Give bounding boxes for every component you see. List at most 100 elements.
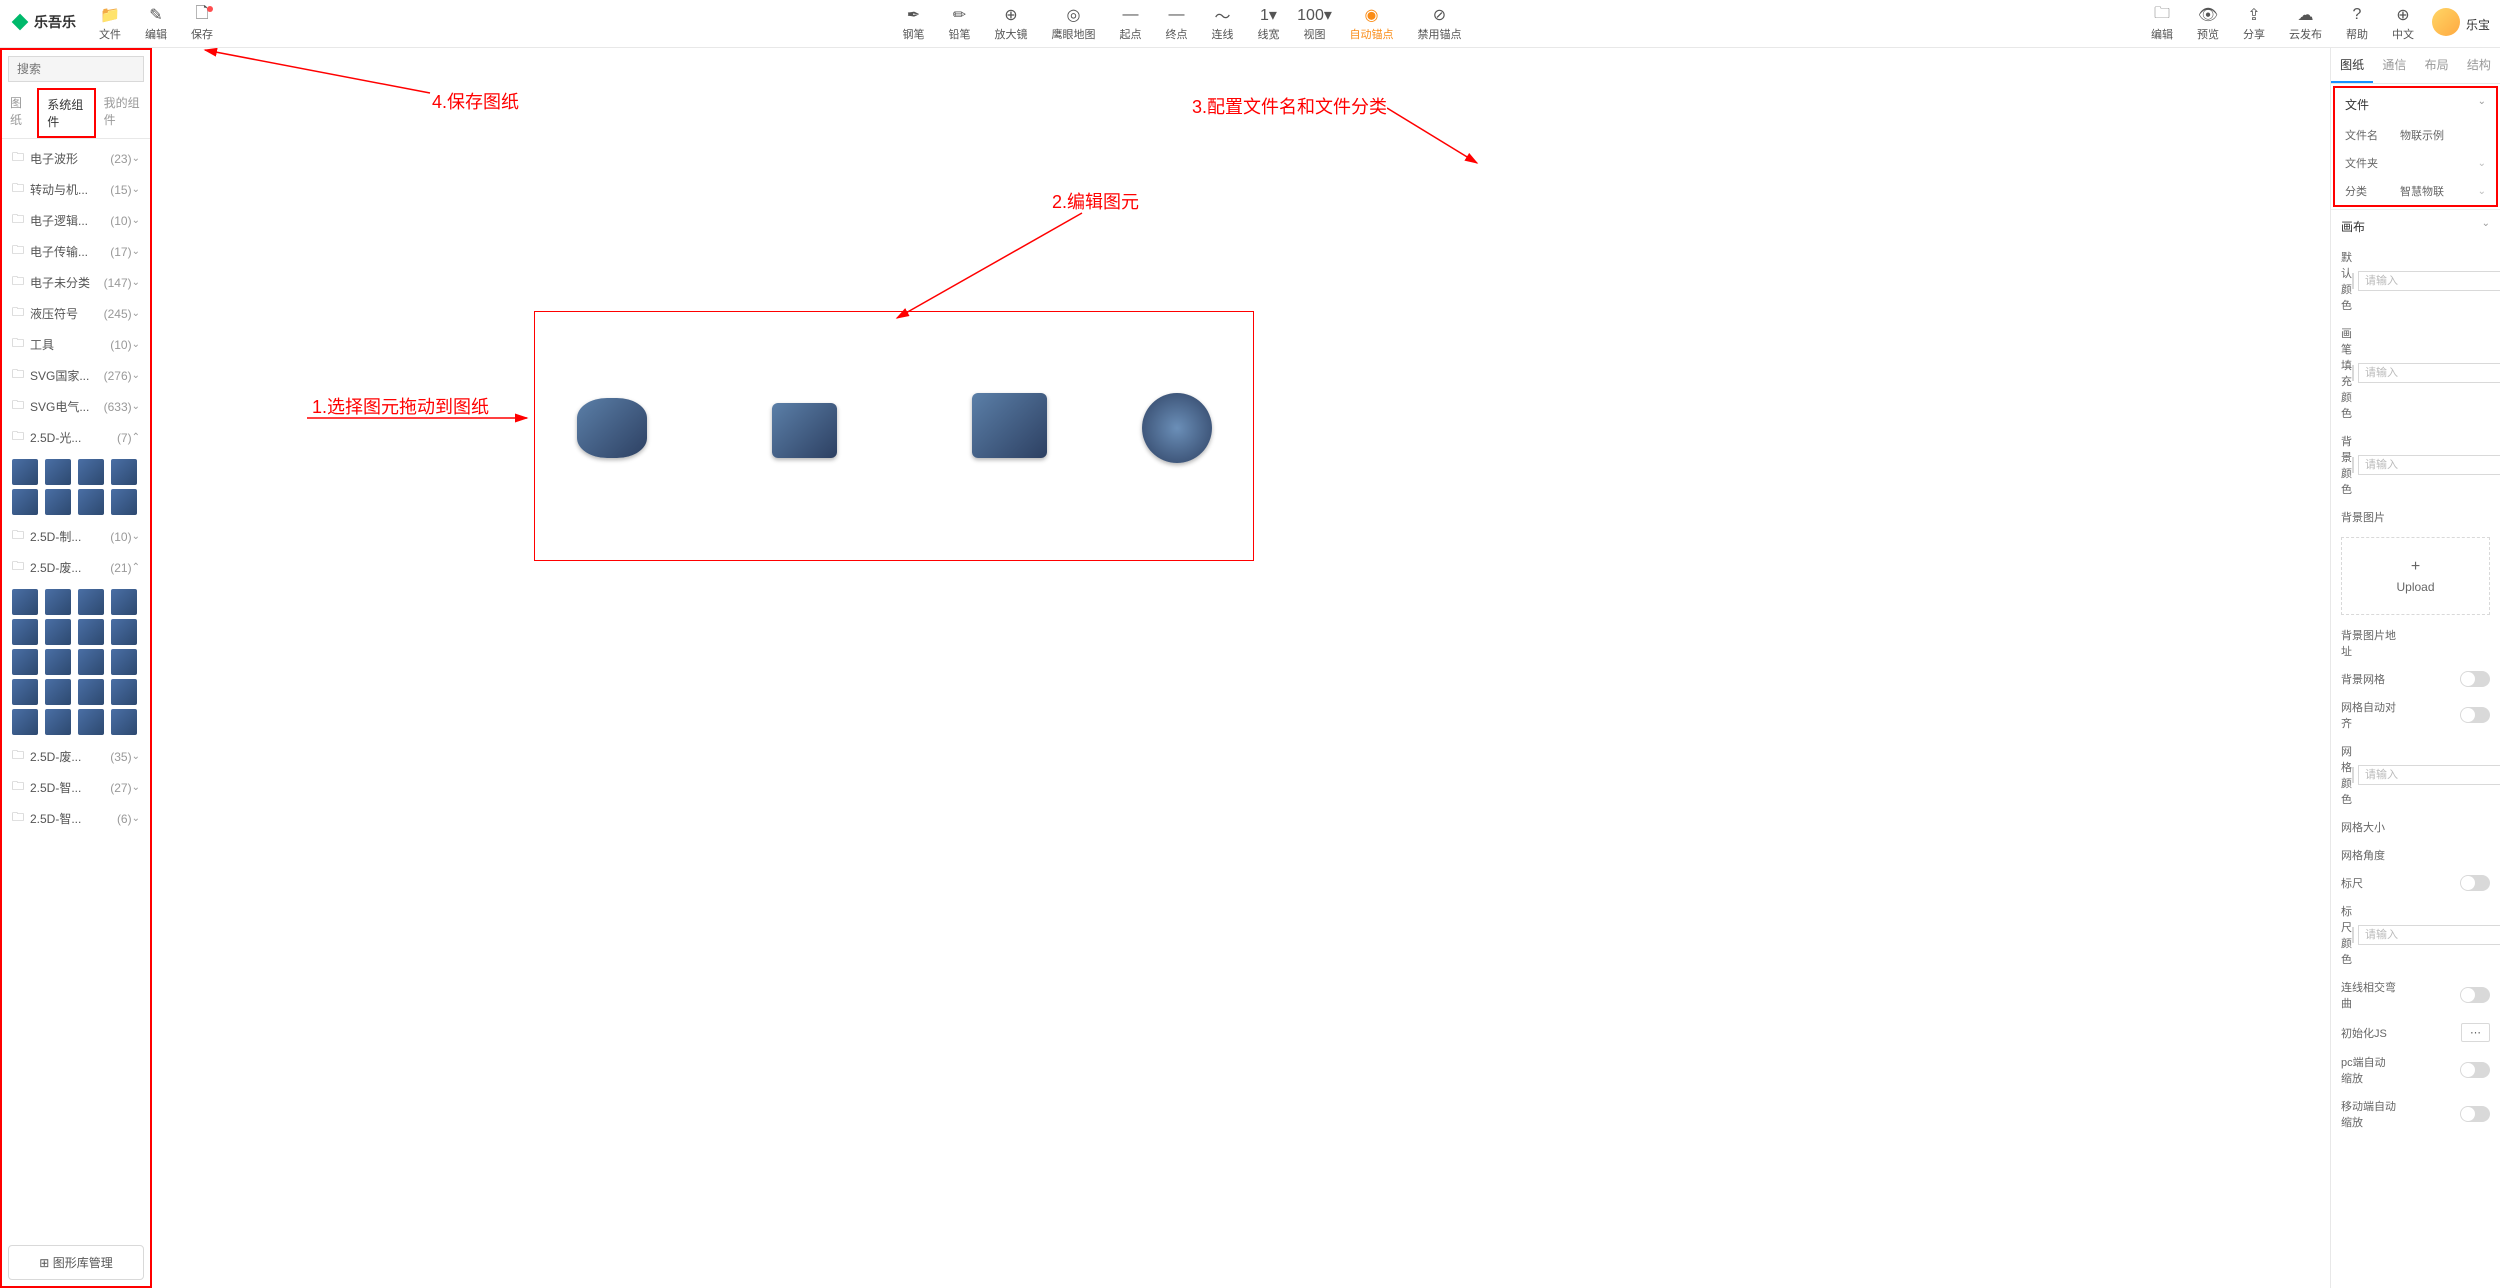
component-thumbnail[interactable] [45, 679, 71, 705]
component-thumbnail[interactable] [111, 709, 137, 735]
tree-item[interactable]: 🗀电子传输...(17)⌄ [2, 236, 150, 267]
default-color-input[interactable] [2358, 271, 2500, 291]
color-swatch[interactable] [2352, 365, 2354, 381]
color-swatch[interactable] [2352, 273, 2354, 289]
file-section-header[interactable]: 文件 ⌄ [2335, 88, 2496, 121]
component-thumbnail[interactable] [78, 679, 104, 705]
lineWidth-button[interactable]: 1▾线宽 [1250, 4, 1288, 44]
help-button[interactable]: ?帮助 [2338, 4, 2376, 44]
component-thumbnail[interactable] [12, 679, 38, 705]
component-thumbnail[interactable] [45, 459, 71, 485]
right-tab-2[interactable]: 布局 [2416, 48, 2458, 83]
disableAnchor-button[interactable]: ⊘禁用锚点 [1410, 4, 1470, 44]
canvas-section-header[interactable]: 画布 ⌄ [2331, 209, 2500, 243]
logo[interactable]: 乐吾乐 [10, 4, 76, 32]
component-thumbnail[interactable] [78, 589, 104, 615]
edit-button[interactable]: ✎编辑 [137, 4, 175, 44]
grid-color-input[interactable] [2358, 765, 2500, 785]
right-tab-1[interactable]: 通信 [2373, 48, 2415, 83]
upload-button[interactable]: + Upload [2341, 537, 2490, 615]
fill-color-input[interactable] [2358, 363, 2500, 383]
tree-item[interactable]: 🗀2.5D-废...(21)⌃ [2, 552, 150, 583]
init-js-button[interactable]: ⋯ [2461, 1023, 2490, 1042]
left-tab-1[interactable]: 系统组件 [37, 88, 95, 138]
end-button[interactable]: —终点 [1158, 4, 1196, 44]
component-thumbnail[interactable] [78, 649, 104, 675]
component-thumbnail[interactable] [78, 619, 104, 645]
tree-item[interactable]: 🗀SVG电气...(633)⌄ [2, 391, 150, 422]
magnifier-button[interactable]: ⊕放大镜 [987, 4, 1036, 44]
component-thumbnail[interactable] [78, 459, 104, 485]
component-thumbnail[interactable] [78, 709, 104, 735]
ruler-color-input[interactable] [2358, 925, 2500, 945]
start-button[interactable]: —起点 [1112, 4, 1150, 44]
tree-item[interactable]: 🗀SVG国家...(276)⌄ [2, 360, 150, 391]
pencil-button[interactable]: ✏铅笔 [941, 4, 979, 44]
left-tab-0[interactable]: 图纸 [2, 88, 37, 138]
lang-button[interactable]: ⊕中文 [2384, 4, 2422, 44]
component-thumbnail[interactable] [45, 619, 71, 645]
component-thumbnail[interactable] [12, 619, 38, 645]
save-button[interactable]: 🗋保存 [183, 4, 221, 44]
filename-value[interactable]: 物联示例 [2400, 127, 2486, 143]
component-thumbnail[interactable] [45, 589, 71, 615]
component-thumbnail[interactable] [12, 489, 38, 515]
pen-button[interactable]: ✒钢笔 [895, 4, 933, 44]
category-value[interactable]: 智慧物联 [2400, 183, 2478, 199]
line-intersect-toggle[interactable] [2460, 987, 2490, 1003]
component-thumbnail[interactable] [12, 459, 38, 485]
canvas[interactable]: 1.选择图元拖动到图纸 2.编辑图元 3.配置文件名和文件分类 4.保存图纸 [152, 48, 2330, 1288]
component-thumbnail[interactable] [12, 709, 38, 735]
component-thumbnail[interactable] [111, 489, 137, 515]
color-swatch[interactable] [2352, 457, 2354, 473]
cloudPublish-button[interactable]: ☁云发布 [2281, 4, 2330, 44]
canvas-component-motor[interactable] [972, 393, 1047, 458]
component-thumbnail[interactable] [12, 589, 38, 615]
component-thumbnail[interactable] [78, 489, 104, 515]
component-thumbnail[interactable] [12, 649, 38, 675]
tree-item[interactable]: 🗀液压符号(245)⌄ [2, 298, 150, 329]
pc-zoom-toggle[interactable] [2460, 1062, 2490, 1078]
component-thumbnail[interactable] [45, 709, 71, 735]
zoom-button[interactable]: 100▾视图 [1296, 4, 1334, 44]
tree-item[interactable]: 🗀2.5D-制...(10)⌄ [2, 521, 150, 552]
component-thumbnail[interactable] [111, 619, 137, 645]
color-swatch[interactable] [2352, 927, 2354, 943]
search-input[interactable] [8, 56, 144, 82]
chevron-down-icon[interactable]: ⌄ [2478, 186, 2486, 197]
chevron-down-icon[interactable]: ⌄ [2478, 158, 2486, 169]
right-tab-0[interactable]: 图纸 [2331, 48, 2373, 83]
component-thumbnail[interactable] [111, 679, 137, 705]
tree-item[interactable]: 🗀2.5D-废...(35)⌄ [2, 741, 150, 772]
canvas-component-fan[interactable] [1142, 393, 1212, 463]
grid-align-toggle[interactable] [2460, 707, 2490, 723]
color-swatch[interactable] [2352, 767, 2354, 783]
component-thumbnail[interactable] [45, 649, 71, 675]
minimap-button[interactable]: ◎鹰眼地图 [1044, 4, 1104, 44]
mobile-zoom-toggle[interactable] [2460, 1106, 2490, 1122]
tree-item[interactable]: 🗀工具(10)⌄ [2, 329, 150, 360]
component-thumbnail[interactable] [111, 459, 137, 485]
tree-item[interactable]: 🗀2.5D-光...(7)⌃ [2, 422, 150, 453]
component-thumbnail[interactable] [45, 489, 71, 515]
right-tab-3[interactable]: 结构 [2458, 48, 2500, 83]
tree-item[interactable]: 🗀2.5D-智...(6)⌄ [2, 803, 150, 834]
tree-item[interactable]: 🗀电子未分类(147)⌄ [2, 267, 150, 298]
library-manage-button[interactable]: ⊞ 图形库管理 [8, 1245, 144, 1280]
canvas-component-valve[interactable] [772, 403, 837, 458]
component-thumbnail[interactable] [111, 589, 137, 615]
file-button[interactable]: 📁文件 [91, 4, 129, 44]
bg-color-input[interactable] [2358, 455, 2500, 475]
tree-item[interactable]: 🗀电子逻辑...(10)⌄ [2, 205, 150, 236]
left-tab-2[interactable]: 我的组件 [96, 88, 150, 138]
line-button[interactable]: 〜连线 [1204, 4, 1242, 44]
tree-item[interactable]: 🗀电子波形(23)⌄ [2, 143, 150, 174]
tree-item[interactable]: 🗀转动与机...(15)⌄ [2, 174, 150, 205]
share-button[interactable]: ⇪分享 [2235, 4, 2273, 44]
tree-item[interactable]: 🗀2.5D-智...(27)⌄ [2, 772, 150, 803]
canvas-component-tank[interactable] [577, 398, 647, 458]
preview-button[interactable]: 👁预览 [2189, 4, 2227, 44]
ruler-toggle[interactable] [2460, 875, 2490, 891]
autoAnchor-button[interactable]: ◉自动锚点 [1342, 4, 1402, 44]
edit2-button[interactable]: 🗀编辑 [2143, 4, 2181, 44]
